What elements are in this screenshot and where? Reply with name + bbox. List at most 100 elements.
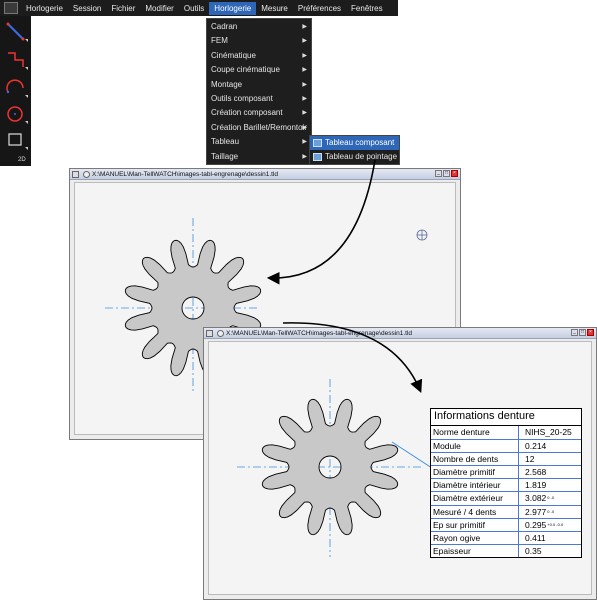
- table-row: Module 0.214: [431, 439, 581, 453]
- tolerance-label: 0 -0: [547, 508, 555, 514]
- horlogerie-dropdown-menu: Cadran ▶ FEM ▶ Cinématique ▶ Coupe cinématique…: [206, 18, 312, 165]
- window-1-title: X:\MANUEL\Man-TellWATCH\images-tabl-engr…: [92, 170, 279, 178]
- crosshair-icon: [416, 229, 428, 241]
- window-1-titlebar[interactable]: X:\MANUEL\Man-TellWATCH\images-tabl-engr…: [70, 169, 460, 180]
- info-value-cell: 1.819: [519, 479, 581, 491]
- menu-item-cin-matique[interactable]: Cinématique ▶: [207, 49, 311, 63]
- info-label: Module: [431, 440, 519, 453]
- info-table-title: Informations denture: [431, 409, 581, 426]
- menu-item-cr-ation-composant[interactable]: Création composant ▶: [207, 106, 311, 120]
- left-toolbar: 2D: [0, 16, 31, 166]
- chevron-right-icon: ▶: [302, 153, 307, 160]
- info-value: 2.568: [525, 467, 547, 478]
- minimize-button[interactable]: _: [435, 170, 442, 177]
- info-value-cell: NIHS_20-25: [519, 426, 581, 439]
- menu-item-outils-composant[interactable]: Outils composant ▶: [207, 92, 311, 106]
- chevron-right-icon: ▶: [302, 24, 307, 30]
- menu-horlogerie[interactable]: Horlogerie: [209, 1, 257, 15]
- info-value: 0.35: [525, 545, 542, 556]
- info-value-cell: 2.568: [519, 466, 581, 478]
- tableau-submenu: Tableau composant Tableau de pointage: [309, 135, 400, 165]
- menu-item-fem[interactable]: FEM ▶: [207, 34, 311, 48]
- menu-préférences[interactable]: Préférences: [293, 2, 346, 15]
- table-row: Diamètre extérieur 3.0820 -0: [431, 491, 581, 505]
- info-value: 1.819: [525, 480, 547, 491]
- menu-item-label: Outils composant: [211, 93, 273, 103]
- chevron-right-icon: ▶: [302, 139, 307, 146]
- submenu-item-tableau-composant[interactable]: Tableau composant: [310, 136, 399, 150]
- chevron-right-icon: ▶: [302, 110, 307, 117]
- table-row: Rayon ogive 0.411: [431, 530, 581, 544]
- menu-item-coupe-cin-matique[interactable]: Coupe cinématique ▶: [207, 63, 311, 77]
- menu-outils[interactable]: Outils: [179, 2, 209, 15]
- info-value: 12: [525, 454, 535, 465]
- chevron-right-icon: ▶: [302, 67, 307, 74]
- submenu-item-label: Tableau composant: [325, 138, 395, 147]
- menu-item-label: Coupe cinématique: [211, 65, 280, 75]
- window-2-title: X:\MANUEL\Man-TellWATCH\images-tabl-engr…: [226, 329, 413, 337]
- circle-tool-icon[interactable]: [3, 102, 28, 126]
- submenu-item-tableau-de-pointage[interactable]: Tableau de pointage: [310, 150, 399, 164]
- info-label: Diamètre intérieur: [431, 479, 519, 492]
- table-icon: [313, 139, 322, 147]
- info-value-cell: 0.411: [519, 532, 581, 544]
- app-icon[interactable]: [4, 2, 18, 14]
- table-row: Mesuré / 4 dents 2.9770 -0: [431, 504, 581, 518]
- table-row: Diamètre intérieur 1.819: [431, 478, 581, 492]
- minimize-button[interactable]: _: [571, 329, 578, 336]
- menu-session[interactable]: Session: [68, 2, 106, 15]
- chevron-right-icon: ▶: [302, 52, 307, 59]
- info-label: Rayon ogive: [431, 531, 519, 544]
- table-icon: [313, 153, 322, 161]
- close-button[interactable]: ×: [451, 170, 458, 177]
- maximize-button[interactable]: □: [443, 170, 450, 177]
- menubar: Horlogerie Session Fichier Modifier Outils Ho…: [0, 0, 398, 16]
- chevron-right-icon: ▶: [302, 95, 307, 102]
- tolerance-label: +0.0 -0.0: [547, 521, 564, 527]
- menu-item-label: Montage: [211, 79, 243, 89]
- maximize-button[interactable]: □: [579, 329, 586, 336]
- info-value-cell: 2.9770 -0: [519, 506, 581, 518]
- info-label: Epaisseur: [431, 544, 519, 557]
- menu-modifier[interactable]: Modifier: [140, 2, 178, 15]
- menu-item-cr-ation-barillet-remontoir[interactable]: Création Barillet/Remontoir ▶: [207, 121, 311, 135]
- chevron-right-icon: ▶: [302, 124, 307, 131]
- info-label: Diamètre extérieur: [431, 492, 519, 505]
- info-value: 3.082: [525, 493, 547, 504]
- document-icon: [217, 329, 224, 337]
- window-icon: [72, 170, 79, 178]
- info-label: Norme denture: [431, 426, 519, 440]
- table-row: Epaisseur 0.35: [431, 543, 581, 557]
- info-value: NIHS_20-25: [525, 427, 572, 437]
- info-value: 0.295: [525, 519, 547, 530]
- document-icon: [83, 170, 90, 178]
- info-value-cell: 12: [519, 453, 581, 465]
- info-label: Diamètre primitif: [431, 466, 519, 479]
- close-button[interactable]: ×: [587, 329, 594, 336]
- menu-fen-tres[interactable]: Fenêtres: [346, 2, 388, 15]
- info-value-cell: 0.35: [519, 545, 581, 557]
- polyline-tool-icon[interactable]: [3, 48, 28, 72]
- menu-item-taillage[interactable]: Taillage ▶: [207, 150, 311, 164]
- rectangle-tool-icon[interactable]: [3, 128, 28, 152]
- menu-item-tableau[interactable]: Tableau ▶: [207, 135, 311, 149]
- arc-tool-icon[interactable]: [3, 76, 28, 100]
- menu-fichier[interactable]: Fichier: [106, 2, 140, 15]
- menu-mesure[interactable]: Mesure: [256, 2, 293, 15]
- menu-item-label: Taillage: [211, 151, 239, 161]
- info-label: Nombre de dents: [431, 453, 519, 466]
- menu-item-label: Cinématique: [211, 50, 256, 60]
- info-label: Ep sur primitif: [431, 518, 519, 531]
- info-value: 0.214: [525, 441, 547, 452]
- window-2-titlebar[interactable]: X:\MANUEL\Man-TellWATCH\images-tabl-engr…: [204, 328, 596, 339]
- tolerance-label: 0 -0: [547, 495, 555, 501]
- submenu-item-label: Tableau de pointage: [325, 152, 398, 161]
- menu-item-cadran[interactable]: Cadran ▶: [207, 20, 311, 34]
- menu-horlogerie[interactable]: Horlogerie: [21, 2, 68, 15]
- gear-info-table: Informations denture Norme denture NIHS_2…: [430, 408, 582, 558]
- line-tool-icon[interactable]: [3, 20, 28, 44]
- menu-item-montage[interactable]: Montage ▶: [207, 78, 311, 92]
- menu-item-label: Création Barillet/Remontoir: [211, 122, 308, 132]
- menu-item-label: Tableau: [211, 137, 240, 147]
- info-value-cell: 0.214: [519, 440, 581, 452]
